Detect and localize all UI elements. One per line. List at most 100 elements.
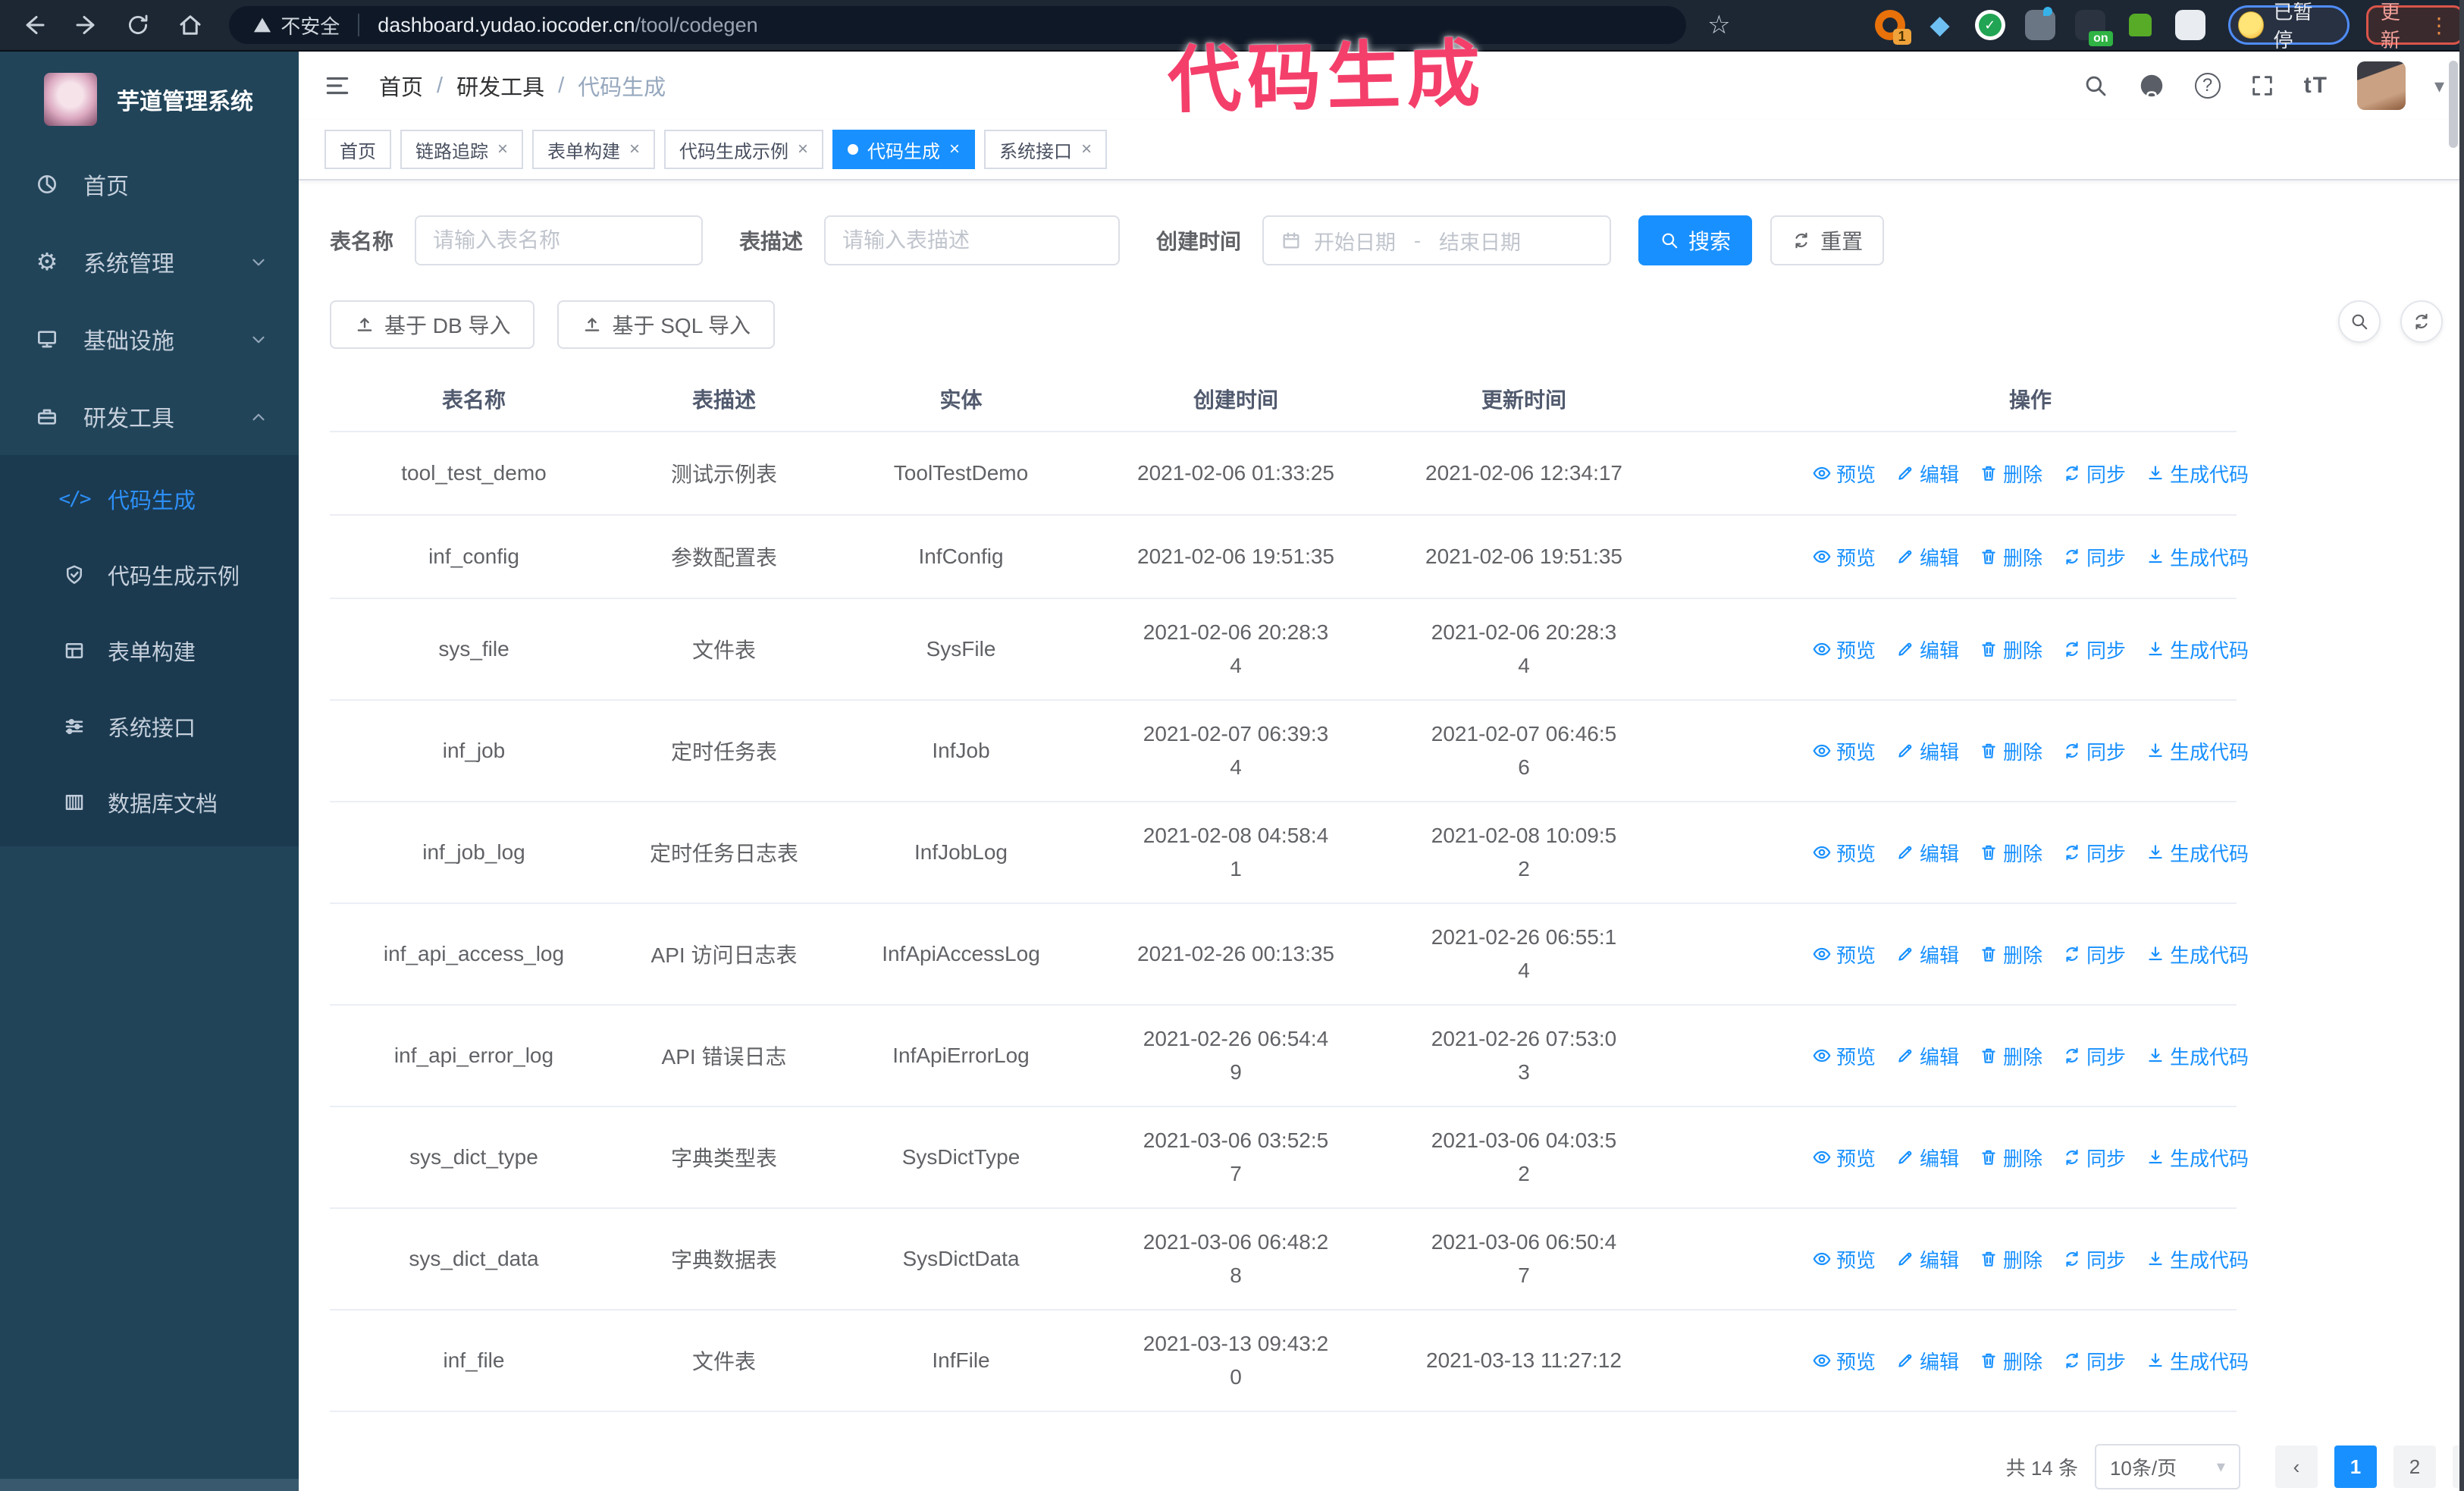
preview-link[interactable]: 预览 [1812,460,1876,488]
sidebar-item-db-doc[interactable]: 数据库文档 [0,764,299,840]
generate-code-link[interactable]: 生成代码 [2146,543,2249,571]
horizontal-scrollbar[interactable] [0,1479,299,1491]
browser-update-button[interactable]: 更新 ⋮ [2365,1,2464,52]
page-button-2[interactable]: 2 [2393,1445,2436,1488]
delete-link[interactable]: 删除 [1979,1245,2042,1273]
generate-code-link[interactable]: 生成代码 [2146,1245,2249,1273]
sync-link[interactable]: 同步 [2062,1144,2126,1172]
user-avatar[interactable] [2356,61,2406,110]
browser-home-button[interactable] [173,7,208,43]
preview-link[interactable]: 预览 [1812,839,1876,867]
browser-back-button[interactable] [17,7,52,43]
search-icon[interactable] [2083,73,2108,99]
breadcrumb-home[interactable]: 首页 [379,70,423,102]
table-desc-input[interactable] [842,228,1102,253]
tab-form-builder[interactable]: 表单构建 × [532,130,656,169]
edit-link[interactable]: 编辑 [1895,636,1959,664]
delete-link[interactable]: 删除 [1979,1347,2042,1375]
sidebar-item-system-management[interactable]: ⚙ 系统管理 [0,223,299,300]
preview-link[interactable]: 预览 [1812,737,1876,765]
extension-icon[interactable]: ◆ [1925,10,1955,40]
generate-code-link[interactable]: 生成代码 [2146,737,2249,765]
tab-home[interactable]: 首页 [324,130,391,169]
fullscreen-icon[interactable] [2249,73,2275,99]
hamburger-icon[interactable] [323,71,352,100]
end-date-placeholder[interactable]: 结束日期 [1439,226,1521,256]
preview-link[interactable]: 预览 [1812,543,1876,571]
sidebar-item-codegen-example[interactable]: 代码生成示例 [0,537,299,613]
vertical-scrollbar[interactable] [2449,61,2458,148]
edit-link[interactable]: 编辑 [1895,1347,1959,1375]
page-size-select[interactable]: 10条/页 ▾ [2094,1444,2240,1489]
page-button-1[interactable]: 1 [2334,1445,2377,1488]
delete-link[interactable]: 删除 [1979,543,2042,571]
sync-link[interactable]: 同步 [2062,737,2126,765]
browser-menu-icon[interactable]: ⋮ [2428,13,2450,38]
delete-link[interactable]: 删除 [1979,940,2042,968]
extension-icon[interactable]: ✓ [1974,10,2005,40]
sync-link[interactable]: 同步 [2062,636,2126,664]
generate-code-link[interactable]: 生成代码 [2146,1144,2249,1172]
preview-link[interactable]: 预览 [1812,636,1876,664]
extension-icon[interactable]: 1 [1874,10,1911,45]
sidebar-item-form-builder[interactable]: 表单构建 [0,613,299,689]
sync-link[interactable]: 同步 [2062,1245,2126,1273]
sync-link[interactable]: 同步 [2062,839,2126,867]
close-tab-icon[interactable]: × [949,139,960,160]
edit-link[interactable]: 编辑 [1895,940,1959,968]
sidebar-item-dev-tools[interactable]: 研发工具 [0,378,299,455]
edit-link[interactable]: 编辑 [1895,1245,1959,1273]
delete-link[interactable]: 删除 [1979,460,2042,488]
avatar-caret-down-icon[interactable]: ▾ [2434,74,2444,98]
edit-link[interactable]: 编辑 [1895,737,1959,765]
sync-link[interactable]: 同步 [2062,1347,2126,1375]
import-db-button[interactable]: 基于 DB 导入 [330,300,535,349]
preview-link[interactable]: 预览 [1812,1042,1876,1070]
delete-link[interactable]: 删除 [1979,636,2042,664]
toggle-search-button[interactable] [2338,300,2381,343]
close-tab-icon[interactable]: × [497,139,508,160]
close-tab-icon[interactable]: × [798,139,808,160]
delete-link[interactable]: 删除 [1979,1144,2042,1172]
close-tab-icon[interactable]: × [1081,139,1092,160]
generate-code-link[interactable]: 生成代码 [2146,839,2249,867]
generate-code-link[interactable]: 生成代码 [2146,1042,2249,1070]
browser-reload-button[interactable] [121,7,156,43]
bookmark-star-icon[interactable]: ☆ [1707,10,1730,40]
tab-system-api[interactable]: 系统接口 × [984,130,1108,169]
extension-icon[interactable]: on [2074,10,2113,46]
font-size-icon[interactable]: tT [2304,73,2328,99]
puzzle-extensions-icon[interactable] [2174,10,2205,40]
close-tab-icon[interactable]: × [629,139,640,160]
profile-paused-badge[interactable]: 已暂停 [2227,1,2350,52]
sidebar-item-codegen[interactable]: </> 代码生成 [0,461,299,537]
edit-link[interactable]: 编辑 [1895,460,1959,488]
sidebar-item-system-api[interactable]: 系统接口 [0,689,299,764]
sync-link[interactable]: 同步 [2062,940,2126,968]
start-date-placeholder[interactable]: 开始日期 [1314,226,1396,256]
preview-link[interactable]: 预览 [1812,1245,1876,1273]
browser-forward-button[interactable] [69,7,105,43]
delete-link[interactable]: 删除 [1979,839,2042,867]
refresh-table-button[interactable] [2400,300,2443,343]
reset-button[interactable]: 重置 [1770,215,1885,265]
import-sql-button[interactable]: 基于 SQL 导入 [557,300,776,349]
sync-link[interactable]: 同步 [2062,543,2126,571]
help-icon[interactable]: ? [2194,73,2221,99]
delete-link[interactable]: 删除 [1979,1042,2042,1070]
prev-page-button[interactable]: ‹ [2274,1445,2318,1488]
breadcrumb-dev-tools[interactable]: 研发工具 [456,70,544,102]
security-label[interactable]: 不安全 [281,11,340,39]
generate-code-link[interactable]: 生成代码 [2146,460,2249,488]
sync-link[interactable]: 同步 [2062,460,2126,488]
date-range-picker[interactable]: 开始日期 - 结束日期 [1262,215,1612,265]
tab-codegen-example[interactable]: 代码生成示例 × [664,130,824,169]
edit-link[interactable]: 编辑 [1895,839,1959,867]
tab-link-trace[interactable]: 链路追踪 × [400,130,524,169]
edit-link[interactable]: 编辑 [1895,543,1959,571]
edit-link[interactable]: 编辑 [1895,1144,1959,1172]
preview-link[interactable]: 预览 [1812,1347,1876,1375]
extension-icon[interactable] [2024,7,2055,40]
tab-codegen[interactable]: 代码生成 × [832,130,976,169]
sidebar-item-home[interactable]: 首页 [0,146,299,223]
